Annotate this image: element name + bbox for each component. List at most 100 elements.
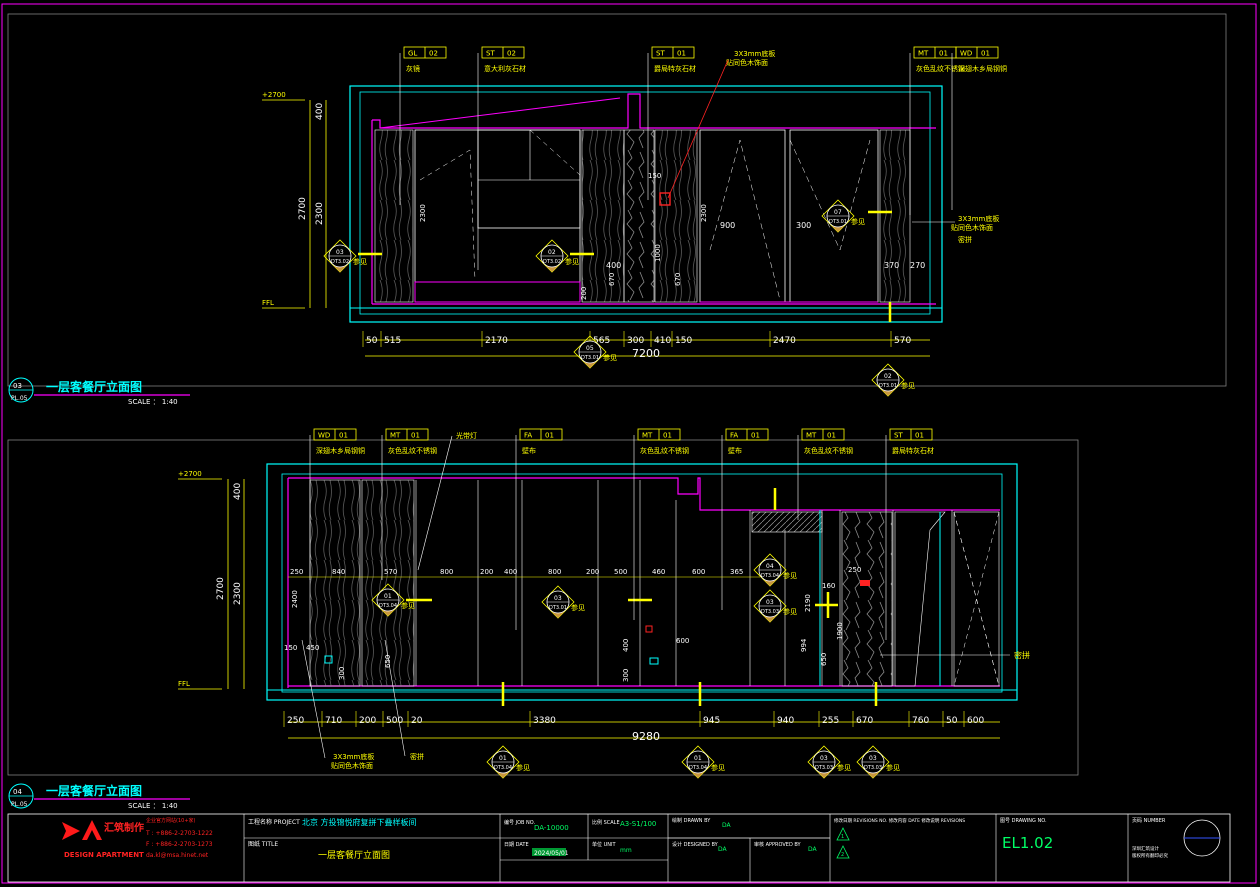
callout-sheet-e2callouts-1: DT3.01	[549, 605, 567, 611]
tag-num-e2tags-0: 01	[339, 432, 348, 440]
tag-num-e1tags-0: 02	[429, 50, 438, 58]
callout-num-e2callouts-0: 01	[384, 593, 392, 600]
logo-contact-3: F : +886-2-2703-1273	[146, 841, 213, 848]
project-label: 工程名称 PROJECT	[248, 818, 300, 826]
callout-num-e2callouts-1: 03	[554, 595, 562, 602]
elev1-level-top: +2700	[262, 91, 286, 99]
elev2-note-3: 密拼	[410, 752, 424, 761]
svg-text:2300: 2300	[700, 204, 708, 222]
svg-text:670: 670	[674, 273, 682, 286]
svg-text:150: 150	[648, 172, 661, 180]
dim-e2bottom-0: 250	[287, 716, 304, 726]
dim-e2bottom-5: 3380	[533, 716, 556, 726]
drawn-value: DA	[722, 822, 732, 829]
tag-desc-e1tags-2: 爵局特灰石材	[654, 64, 696, 73]
dim-e2bottom-11: 50	[946, 716, 958, 726]
elev1-height-dim-3: 2300	[315, 202, 325, 225]
svg-text:2300: 2300	[419, 204, 427, 222]
tag-num-e2tags-1: 01	[411, 432, 420, 440]
tag-num-e2tags-3: 01	[545, 432, 554, 440]
callout-sheet-e2callouts-2: DT3.04	[761, 573, 779, 579]
elev2-inner-dim-23: 450	[306, 644, 319, 652]
tag-code-e1tags-2: ST	[656, 50, 665, 58]
title-label: 图纸 TITLE	[248, 840, 278, 848]
elev2-level-top: +2700	[178, 470, 202, 478]
elev1-note-d: 贴同色木饰面	[951, 223, 993, 232]
elev2-note-light: 光带灯	[456, 431, 477, 440]
callout-ref-e2callouts-7: 参见	[886, 763, 900, 772]
callout-ref-e1callouts-4: 参见	[901, 381, 915, 390]
elev2-inner-dim-4: 200	[480, 568, 493, 576]
elev2-note-1: 3X3mm底板	[333, 752, 374, 761]
dim-e2bottom-10: 760	[912, 716, 929, 726]
callout-sheet-e1callouts-0: DT3.02	[331, 259, 349, 265]
callout-num-e1callouts-3: 05	[586, 345, 594, 352]
callout-ref-e2callouts-5: 参见	[711, 763, 725, 772]
svg-text:270: 270	[910, 261, 925, 270]
callout-num-e2callouts-7: 03	[869, 755, 877, 762]
elev2-inner-dim-2: 570	[384, 568, 397, 576]
elev2-inner-dim-11: 365	[730, 568, 743, 576]
tag-desc-e2tags-5: 壁布	[728, 446, 742, 455]
elev2-inner-dim-19: 400	[622, 639, 630, 652]
elev1-badge-sheet: PL.05	[11, 395, 28, 402]
logo-cn: 汇筑制作	[104, 821, 144, 834]
elev2-inner-dim-7: 200	[586, 568, 599, 576]
svg-text:2: 2	[841, 852, 844, 858]
elev2-inner-dim-14: 2190	[804, 594, 812, 612]
elev1-note-b: 贴同色木饰面	[726, 58, 768, 67]
elevation-1: +2700 FFL 400 2700 2300 GL 02 灰镜 ST 02 意大利灰石材…	[8, 46, 1007, 406]
tag-num-e2tags-6: 01	[827, 432, 836, 440]
dim-e1bottom-4: 300	[627, 336, 644, 346]
tag-desc-e1tags-1: 意大利灰石材	[484, 64, 526, 73]
svg-text:400: 400	[606, 261, 621, 270]
tag-desc-e2tags-7: 爵局特灰石材	[892, 446, 934, 455]
elev1-note-a: 3X3mm底板	[734, 49, 775, 58]
unit-label: 单位 UNIT	[592, 841, 616, 848]
tag-code-e2tags-1: MT	[390, 432, 401, 440]
tag-code-e2tags-4: MT	[642, 432, 653, 440]
callout-sheet-e2callouts-3: DT3.03	[761, 609, 779, 615]
elev2-height-dim-2: 2700	[216, 577, 226, 600]
designed-value: DA	[718, 846, 728, 853]
callout-num-e1callouts-0: 03	[336, 249, 344, 256]
dim-e2bottom-7: 940	[777, 716, 794, 726]
tag-code-e1tags-1: ST	[486, 50, 495, 58]
tag-num-e1tags-6: 01	[981, 50, 990, 58]
callout-ref-e2callouts-0: 参见	[401, 601, 415, 610]
callout-sheet-e2callouts-7: DT3.03	[864, 765, 882, 771]
number-label: 页码 NUMBER	[1132, 817, 1166, 824]
tag-code-e1tags-0: GL	[408, 50, 417, 58]
callout-ref-e1callouts-3: 参见	[603, 353, 617, 362]
elev2-inner-dim-9: 460	[652, 568, 665, 576]
svg-text:200: 200	[580, 287, 588, 300]
callout-num-e2callouts-6: 03	[820, 755, 828, 762]
dim-e1bottom-0: 50	[366, 336, 378, 346]
callout-num-e2callouts-2: 04	[766, 563, 774, 570]
svg-text:900: 900	[720, 221, 735, 230]
elev1-total-dim: 7200	[632, 347, 660, 360]
tag-code-e2tags-0: WD	[318, 432, 330, 440]
date-label: 日期 DATE	[504, 842, 529, 848]
tag-desc-e1tags-0: 灰镜	[406, 64, 420, 73]
logo-contact-1: 企业官方网站(10+家)	[146, 817, 196, 824]
svg-text:1: 1	[841, 834, 844, 840]
elev2-inner-dim-21: 2400	[291, 590, 299, 608]
callout-sheet-e1callouts-2: DT3.01	[829, 219, 847, 225]
revision-label: 修改日期 REVISIONS NO. 修改内容 DATE 修改说明 REVISI…	[834, 817, 965, 824]
number-note-2: 版权所有翻印必究	[1132, 852, 1168, 859]
tag-code-e2tags-7: ST	[894, 432, 903, 440]
elev2-inner-dim-18: 600	[676, 637, 689, 645]
callout-num-e2callouts-5: 01	[694, 755, 702, 762]
dim-e2bottom-8: 255	[822, 716, 839, 726]
elev2-scale: SCALE ： 1:40	[128, 802, 178, 810]
elev2-note-2: 贴同色木饰面	[331, 761, 373, 770]
elev2-inner-dim-1: 840	[332, 568, 345, 576]
elev2-inner-dim-8: 500	[614, 568, 627, 576]
elev2-inner-dim-17: 650	[820, 653, 828, 666]
dim-e1bottom-7: 2470	[773, 336, 796, 346]
logo-chevron-icon	[62, 822, 80, 840]
elev2-inner-dim-20: 300	[622, 669, 630, 682]
tag-num-e1tags-5: 01	[939, 50, 948, 58]
tag-code-e2tags-6: MT	[806, 432, 817, 440]
